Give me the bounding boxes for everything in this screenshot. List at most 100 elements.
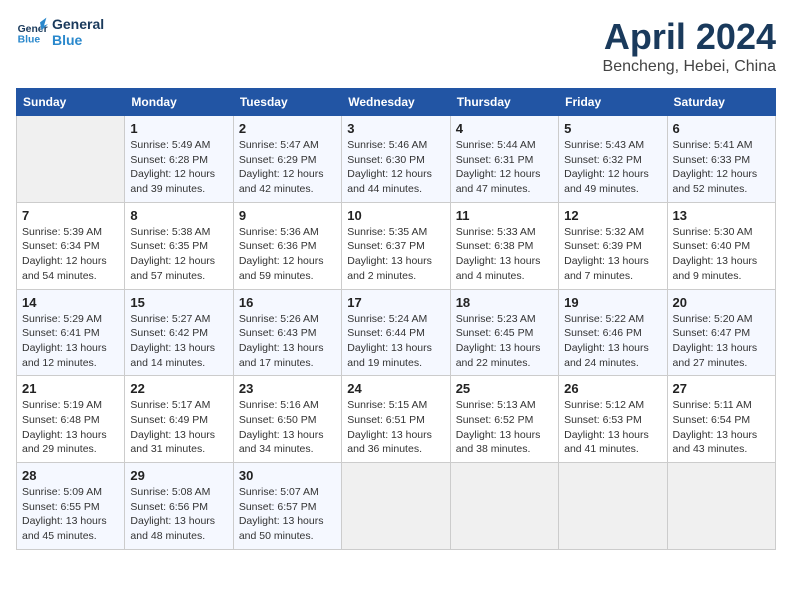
calendar-cell: 10Sunrise: 5:35 AM Sunset: 6:37 PM Dayli… bbox=[342, 202, 450, 289]
logo-general: General bbox=[52, 16, 104, 32]
day-info: Sunrise: 5:19 AM Sunset: 6:48 PM Dayligh… bbox=[22, 398, 119, 457]
day-number: 15 bbox=[130, 295, 227, 310]
day-number: 12 bbox=[564, 208, 661, 223]
day-info: Sunrise: 5:44 AM Sunset: 6:31 PM Dayligh… bbox=[456, 138, 553, 197]
day-info: Sunrise: 5:09 AM Sunset: 6:55 PM Dayligh… bbox=[22, 485, 119, 544]
calendar-cell: 2 Sunrise: 5:47 AM Sunset: 6:29 PM Daylig… bbox=[233, 116, 341, 203]
logo: General Blue General Blue bbox=[16, 16, 104, 48]
calendar-cell: 29Sunrise: 5:08 AM Sunset: 6:56 PM Dayli… bbox=[125, 463, 233, 550]
weekday-header-row: SundayMondayTuesdayWednesdayThursdayFrid… bbox=[17, 89, 776, 116]
calendar-body: 1 Sunrise: 5:49 AM Sunset: 6:28 PM Daylig… bbox=[17, 116, 776, 550]
calendar-cell: 4 Sunrise: 5:44 AM Sunset: 6:31 PM Daylig… bbox=[450, 116, 558, 203]
day-number: 10 bbox=[347, 208, 444, 223]
calendar-cell: 23 Sunrise: 5:16 AM Sunset: 6:50 PM Dayli… bbox=[233, 376, 341, 463]
day-info: Sunrise: 5:12 AM Sunset: 6:53 PM Dayligh… bbox=[564, 398, 661, 457]
calendar-cell: 1 Sunrise: 5:49 AM Sunset: 6:28 PM Daylig… bbox=[125, 116, 233, 203]
day-number: 7 bbox=[22, 208, 119, 223]
weekday-wednesday: Wednesday bbox=[342, 89, 450, 116]
day-info: Sunrise: 5:16 AM Sunset: 6:50 PM Dayligh… bbox=[239, 398, 336, 457]
day-number: 28 bbox=[22, 468, 119, 483]
calendar-cell: 18Sunrise: 5:23 AM Sunset: 6:45 PM Dayli… bbox=[450, 289, 558, 376]
logo-icon: General Blue bbox=[16, 16, 48, 48]
calendar-cell bbox=[667, 463, 775, 550]
day-info: Sunrise: 5:27 AM Sunset: 6:42 PM Dayligh… bbox=[130, 312, 227, 371]
day-info: Sunrise: 5:15 AM Sunset: 6:51 PM Dayligh… bbox=[347, 398, 444, 457]
day-info: Sunrise: 5:41 AM Sunset: 6:33 PM Dayligh… bbox=[673, 138, 770, 197]
weekday-saturday: Saturday bbox=[667, 89, 775, 116]
weekday-sunday: Sunday bbox=[17, 89, 125, 116]
day-number: 5 bbox=[564, 121, 661, 136]
calendar-cell: 3Sunrise: 5:46 AM Sunset: 6:30 PM Daylig… bbox=[342, 116, 450, 203]
calendar-cell: 15 Sunrise: 5:27 AM Sunset: 6:42 PM Dayli… bbox=[125, 289, 233, 376]
day-number: 23 bbox=[239, 381, 336, 396]
calendar-cell: 24 Sunrise: 5:15 AM Sunset: 6:51 PM Dayli… bbox=[342, 376, 450, 463]
day-number: 21 bbox=[22, 381, 119, 396]
calendar-table: SundayMondayTuesdayWednesdayThursdayFrid… bbox=[16, 88, 776, 550]
day-number: 1 bbox=[130, 121, 227, 136]
calendar-cell: 26 Sunrise: 5:12 AM Sunset: 6:53 PM Dayli… bbox=[559, 376, 667, 463]
day-info: Sunrise: 5:22 AM Sunset: 6:46 PM Dayligh… bbox=[564, 312, 661, 371]
day-info: Sunrise: 5:17 AM Sunset: 6:49 PM Dayligh… bbox=[130, 398, 227, 457]
calendar-cell: 30 Sunrise: 5:07 AM Sunset: 6:57 PM Dayli… bbox=[233, 463, 341, 550]
day-number: 22 bbox=[130, 381, 227, 396]
day-number: 2 bbox=[239, 121, 336, 136]
day-number: 9 bbox=[239, 208, 336, 223]
day-info: Sunrise: 5:47 AM Sunset: 6:29 PM Dayligh… bbox=[239, 138, 336, 197]
day-info: Sunrise: 5:46 AM Sunset: 6:30 PM Dayligh… bbox=[347, 138, 444, 197]
calendar-cell: 28 Sunrise: 5:09 AM Sunset: 6:55 PM Dayli… bbox=[17, 463, 125, 550]
month-title: April 2024 bbox=[603, 16, 776, 58]
week-row-1: 1 Sunrise: 5:49 AM Sunset: 6:28 PM Daylig… bbox=[17, 116, 776, 203]
weekday-tuesday: Tuesday bbox=[233, 89, 341, 116]
day-info: Sunrise: 5:49 AM Sunset: 6:28 PM Dayligh… bbox=[130, 138, 227, 197]
day-number: 11 bbox=[456, 208, 553, 223]
calendar-cell bbox=[342, 463, 450, 550]
day-number: 27 bbox=[673, 381, 770, 396]
svg-text:Blue: Blue bbox=[18, 34, 41, 45]
day-info: Sunrise: 5:38 AM Sunset: 6:35 PM Dayligh… bbox=[130, 225, 227, 284]
page-header: General Blue General Blue April 2024 Ben… bbox=[16, 16, 776, 76]
day-info: Sunrise: 5:32 AM Sunset: 6:39 PM Dayligh… bbox=[564, 225, 661, 284]
day-info: Sunrise: 5:26 AM Sunset: 6:43 PM Dayligh… bbox=[239, 312, 336, 371]
day-info: Sunrise: 5:36 AM Sunset: 6:36 PM Dayligh… bbox=[239, 225, 336, 284]
calendar-cell: 12 Sunrise: 5:32 AM Sunset: 6:39 PM Dayli… bbox=[559, 202, 667, 289]
week-row-5: 28 Sunrise: 5:09 AM Sunset: 6:55 PM Dayli… bbox=[17, 463, 776, 550]
day-number: 14 bbox=[22, 295, 119, 310]
day-info: Sunrise: 5:43 AM Sunset: 6:32 PM Dayligh… bbox=[564, 138, 661, 197]
calendar-cell: 8 Sunrise: 5:38 AM Sunset: 6:35 PM Daylig… bbox=[125, 202, 233, 289]
day-info: Sunrise: 5:08 AM Sunset: 6:56 PM Dayligh… bbox=[130, 485, 227, 544]
day-info: Sunrise: 5:24 AM Sunset: 6:44 PM Dayligh… bbox=[347, 312, 444, 371]
logo-blue: Blue bbox=[52, 32, 104, 48]
calendar-cell bbox=[450, 463, 558, 550]
day-info: Sunrise: 5:07 AM Sunset: 6:57 PM Dayligh… bbox=[239, 485, 336, 544]
weekday-thursday: Thursday bbox=[450, 89, 558, 116]
calendar-cell: 16Sunrise: 5:26 AM Sunset: 6:43 PM Dayli… bbox=[233, 289, 341, 376]
calendar-cell: 13Sunrise: 5:30 AM Sunset: 6:40 PM Dayli… bbox=[667, 202, 775, 289]
calendar-cell: 9 Sunrise: 5:36 AM Sunset: 6:36 PM Daylig… bbox=[233, 202, 341, 289]
day-info: Sunrise: 5:23 AM Sunset: 6:45 PM Dayligh… bbox=[456, 312, 553, 371]
calendar-cell: 19 Sunrise: 5:22 AM Sunset: 6:46 PM Dayli… bbox=[559, 289, 667, 376]
week-row-3: 14 Sunrise: 5:29 AM Sunset: 6:41 PM Dayli… bbox=[17, 289, 776, 376]
day-number: 19 bbox=[564, 295, 661, 310]
day-number: 25 bbox=[456, 381, 553, 396]
day-number: 24 bbox=[347, 381, 444, 396]
calendar-cell: 21 Sunrise: 5:19 AM Sunset: 6:48 PM Dayli… bbox=[17, 376, 125, 463]
calendar-cell: 14 Sunrise: 5:29 AM Sunset: 6:41 PM Dayli… bbox=[17, 289, 125, 376]
calendar-cell: 5 Sunrise: 5:43 AM Sunset: 6:32 PM Daylig… bbox=[559, 116, 667, 203]
day-number: 8 bbox=[130, 208, 227, 223]
calendar-cell: 7 Sunrise: 5:39 AM Sunset: 6:34 PM Daylig… bbox=[17, 202, 125, 289]
calendar-cell bbox=[559, 463, 667, 550]
weekday-monday: Monday bbox=[125, 89, 233, 116]
day-info: Sunrise: 5:33 AM Sunset: 6:38 PM Dayligh… bbox=[456, 225, 553, 284]
day-number: 6 bbox=[673, 121, 770, 136]
day-number: 4 bbox=[456, 121, 553, 136]
day-number: 17 bbox=[347, 295, 444, 310]
day-number: 30 bbox=[239, 468, 336, 483]
week-row-2: 7 Sunrise: 5:39 AM Sunset: 6:34 PM Daylig… bbox=[17, 202, 776, 289]
calendar-cell: 17 Sunrise: 5:24 AM Sunset: 6:44 PM Dayli… bbox=[342, 289, 450, 376]
day-info: Sunrise: 5:29 AM Sunset: 6:41 PM Dayligh… bbox=[22, 312, 119, 371]
day-info: Sunrise: 5:11 AM Sunset: 6:54 PM Dayligh… bbox=[673, 398, 770, 457]
day-info: Sunrise: 5:39 AM Sunset: 6:34 PM Dayligh… bbox=[22, 225, 119, 284]
day-number: 26 bbox=[564, 381, 661, 396]
day-info: Sunrise: 5:13 AM Sunset: 6:52 PM Dayligh… bbox=[456, 398, 553, 457]
day-number: 20 bbox=[673, 295, 770, 310]
